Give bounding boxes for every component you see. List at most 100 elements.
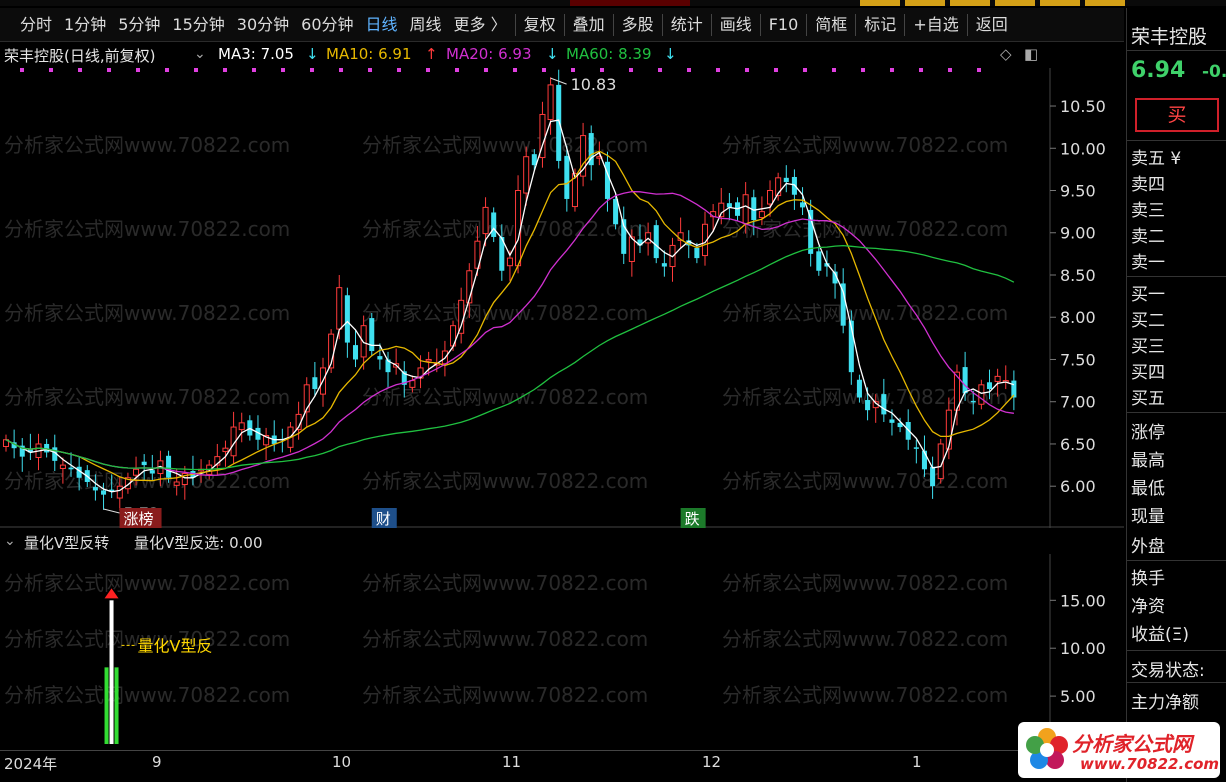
candle-body-up [238,422,245,431]
ma60-label: MA60: 8.39 [566,45,652,63]
candle-body-down [141,461,147,466]
tab-daily[interactable]: 日线 [360,8,404,42]
candle-body-down [1011,380,1017,398]
event-dot [426,68,430,72]
stats-button[interactable]: 统计 [665,8,709,42]
watermark-text: 分析家公式网www.70822.com [4,385,290,409]
candle-body-down [800,202,806,208]
watermark-text: 分析家公式网www.70822.com [4,301,290,325]
bid-level-3: 买三 [1131,337,1165,357]
sub-indicator-chart[interactable]: 分析家公式网www.70822.com 分析家公式网www.70822.com 分析… [0,554,1124,750]
event-dot [455,68,459,72]
multi-stock-button[interactable]: 多股 [616,8,660,42]
candle-body-down [352,345,359,360]
low-pointer-line [103,508,120,514]
candle-body-up [506,257,513,267]
candle-body-down [962,367,968,394]
side-divider [1127,50,1226,51]
y-tick-label: 8.50 [1060,266,1096,285]
candle-body-down [564,155,570,199]
x-tick-label: 11 [502,753,522,771]
add-watchlist-button[interactable]: +自选 [907,8,964,42]
sub-y-tick-label: 10.00 [1060,639,1106,658]
candle-body-down [101,490,107,495]
candle-body-down [930,466,936,487]
candle-body-down [816,251,822,271]
candle-body-up [222,447,229,453]
watermark-text: 分析家公式网www.70822.com [722,571,1008,595]
watermark-text: 分析家公式网www.70822.com [722,627,1008,651]
event-dot [484,68,488,72]
watermark-text: 分析家公式网www.70822.com [362,683,648,707]
event-dot [368,68,372,72]
candle-body-down [556,84,562,161]
event-dot [310,68,314,72]
event-dot [919,68,923,72]
sub-indicator-value: 量化V型反选: 0.00 [134,534,263,552]
draw-line-button[interactable]: 画线 [714,8,758,42]
side-divider [1127,560,1226,561]
indicator-info-bar: 荣丰控股(日线,前复权) ⌄ MA3: 7.05 ↓ MA10: 6.91 ↑ … [0,43,1050,67]
mark-button[interactable]: 标记 [858,8,902,42]
tab-weekly[interactable]: 周线 [404,8,448,42]
ma10-up-arrow-icon: ↑ [425,45,438,63]
diamond-icon[interactable]: ◇ [1000,45,1012,63]
x-tick-label: 12 [702,753,722,771]
side-divider [1127,682,1226,683]
candle-body-down [653,225,659,259]
event-dot [281,68,285,72]
event-dot [165,68,169,72]
watermark-text: 分析家公式网www.70822.com [722,133,1008,157]
toolbar-divider [563,13,565,36]
candle-body-up [523,156,530,194]
tab-more[interactable]: 更多 〉 [448,8,513,42]
side-divider [1127,140,1226,141]
toolbar-divider [514,13,516,36]
side-change: -0. [1202,62,1226,82]
watermark-text: 分析家公式网www.70822.com [362,217,648,241]
candle-body-up [173,481,180,486]
tab-1min[interactable]: 1分钟 [58,8,112,42]
candle-body-up [133,468,140,476]
tab-5min[interactable]: 5分钟 [112,8,166,42]
dropdown-circle-icon[interactable]: ⌄ [194,46,206,62]
candle-body-up [742,194,749,224]
toolbar-divider [806,13,808,36]
back-button[interactable]: 返回 [970,8,1014,42]
tab-60min[interactable]: 60分钟 [295,8,359,42]
ma3-label: MA3: 7.05 [218,45,294,63]
candle-body-down [865,400,871,411]
turnover-label: 换手 [1131,569,1165,589]
event-dot [194,68,198,72]
simple-frame-button[interactable]: 简框 [809,8,853,42]
f10-button[interactable]: F10 [763,8,805,42]
candle-body-down [166,455,172,478]
ma20-down-arrow-icon: ↓ [546,45,559,63]
x-tick-label: 9 [152,753,162,771]
watermark-text: 分析家公式网www.70822.com [4,571,290,595]
candle-body-down [369,318,375,352]
watermark-text: 分析家公式网www.70822.com [4,217,290,241]
tab-fenshi[interactable]: 分时 [14,8,58,42]
buy-button[interactable]: 买 [1135,98,1219,132]
tab-30min[interactable]: 30分钟 [231,8,295,42]
event-dot [397,68,401,72]
fuquan-button[interactable]: 复权 [518,8,562,42]
earnings-label: 收益(Ξ) [1131,625,1190,645]
event-dot [658,68,662,72]
sub-dropdown-icon[interactable]: ⌄ [4,533,16,549]
candle-body-down [661,263,667,267]
signal-label: 量化V型反 [138,636,213,655]
event-dot [107,68,111,72]
side-divider [1127,650,1226,651]
candlestick-chart[interactable]: 分析家公式网www.70822.com 分析家公式网www.70822.com 分析… [0,68,1124,528]
watermark-text: 分析家公式网www.70822.com [362,301,648,325]
event-dot [774,68,778,72]
overlay-button[interactable]: 叠加 [567,8,611,42]
tab-15min[interactable]: 15分钟 [166,8,230,42]
y-tick-label: 9.50 [1060,182,1096,201]
main-net-label: 主力净额 [1131,693,1199,713]
y-tick-label: 10.00 [1060,139,1106,158]
panel-toggle-icon[interactable]: ◧ [1024,45,1038,63]
bid-level-2: 买二 [1131,311,1165,331]
